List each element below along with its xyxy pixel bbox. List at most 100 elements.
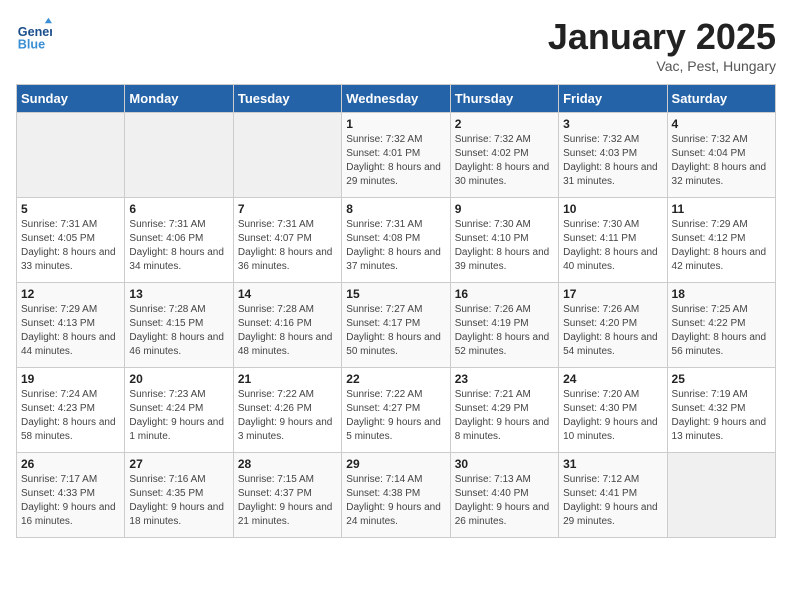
table-row: 29Sunrise: 7:14 AMSunset: 4:38 PMDayligh… — [342, 453, 450, 538]
table-row — [17, 113, 125, 198]
table-row: 14 Sunrise: 7:28 AMSunset: 4:16 PMDayligh… — [233, 283, 341, 368]
title-section: January 2025 Vac, Pest, Hungary — [548, 16, 776, 74]
table-row: 9 Sunrise: 7:30 AMSunset: 4:10 PMDaylight… — [450, 198, 558, 283]
table-row — [125, 113, 233, 198]
table-row: 13 Sunrise: 7:28 AMSunset: 4:15 PMDayligh… — [125, 283, 233, 368]
day-number: 16 — [455, 287, 554, 301]
day-info: Sunrise: 7:13 AMSunset: 4:40 PMDaylight:… — [455, 473, 554, 529]
table-row: 6 Sunrise: 7:31 AMSunset: 4:06 PMDaylight… — [125, 198, 233, 283]
day-info: Sunrise: 7:31 AMSunset: 4:05 PMDaylight:… — [21, 218, 120, 274]
day-info: Sunrise: 7:28 AMSunset: 4:16 PMDaylight:… — [238, 303, 337, 359]
table-row: 23Sunrise: 7:21 AMSunset: 4:29 PMDayligh… — [450, 368, 558, 453]
logo: General Blue — [16, 16, 56, 52]
day-number: 6 — [129, 202, 228, 216]
table-row: 17 Sunrise: 7:26 AMSunset: 4:20 PMDayligh… — [559, 283, 667, 368]
day-number: 30 — [455, 457, 554, 471]
day-info: Sunrise: 7:30 AMSunset: 4:11 PMDaylight:… — [563, 218, 662, 274]
day-info: Sunrise: 7:25 AMSunset: 4:22 PMDaylight:… — [672, 303, 771, 359]
day-number: 13 — [129, 287, 228, 301]
day-info: Sunrise: 7:17 AMSunset: 4:33 PMDaylight:… — [21, 473, 120, 529]
table-row: 10 Sunrise: 7:30 AMSunset: 4:11 PMDayligh… — [559, 198, 667, 283]
day-number: 1 — [346, 117, 445, 131]
table-row: 31Sunrise: 7:12 AMSunset: 4:41 PMDayligh… — [559, 453, 667, 538]
day-info: Sunrise: 7:29 AMSunset: 4:13 PMDaylight:… — [21, 303, 120, 359]
table-row: 21 Sunrise: 7:22 AMSunset: 4:26 PMDayligh… — [233, 368, 341, 453]
table-row: 22 Sunrise: 7:22 AMSunset: 4:27 PMDayligh… — [342, 368, 450, 453]
table-row: 19 Sunrise: 7:24 AMSunset: 4:23 PMDayligh… — [17, 368, 125, 453]
day-info: Sunrise: 7:32 AMSunset: 4:01 PMDaylight:… — [346, 133, 445, 189]
day-number: 21 — [238, 372, 337, 386]
header-monday: Monday — [125, 85, 233, 113]
table-row: 30 Sunrise: 7:13 AMSunset: 4:40 PMDayligh… — [450, 453, 558, 538]
calendar-table: Sunday Monday Tuesday Wednesday Thursday… — [16, 84, 776, 538]
day-info: Sunrise: 7:32 AMSunset: 4:04 PMDaylight:… — [672, 133, 771, 189]
header-saturday: Saturday — [667, 85, 775, 113]
table-row: 15Sunrise: 7:27 AMSunset: 4:17 PMDayligh… — [342, 283, 450, 368]
calendar-header-row: Sunday Monday Tuesday Wednesday Thursday… — [17, 85, 776, 113]
day-info: Sunrise: 7:22 AMSunset: 4:27 PMDaylight:… — [346, 388, 445, 444]
day-number: 12 — [21, 287, 120, 301]
day-number: 17 — [563, 287, 662, 301]
day-number: 28 — [238, 457, 337, 471]
table-row: 1 Sunrise: 7:32 AMSunset: 4:01 PMDaylight… — [342, 113, 450, 198]
header-thursday: Thursday — [450, 85, 558, 113]
day-info: Sunrise: 7:32 AMSunset: 4:03 PMDaylight:… — [563, 133, 662, 189]
header-friday: Friday — [559, 85, 667, 113]
day-info: Sunrise: 7:31 AMSunset: 4:08 PMDaylight:… — [346, 218, 445, 274]
day-number: 18 — [672, 287, 771, 301]
table-row: 7Sunrise: 7:31 AMSunset: 4:07 PMDaylight… — [233, 198, 341, 283]
day-number: 9 — [455, 202, 554, 216]
table-row: 16 Sunrise: 7:26 AMSunset: 4:19 PMDayligh… — [450, 283, 558, 368]
svg-text:Blue: Blue — [18, 37, 45, 51]
day-number: 11 — [672, 202, 771, 216]
table-row: 18 Sunrise: 7:25 AMSunset: 4:22 PMDayligh… — [667, 283, 775, 368]
day-info: Sunrise: 7:26 AMSunset: 4:19 PMDaylight:… — [455, 303, 554, 359]
day-info: Sunrise: 7:22 AMSunset: 4:26 PMDaylight:… — [238, 388, 337, 444]
table-row — [667, 453, 775, 538]
day-info: Sunrise: 7:24 AMSunset: 4:23 PMDaylight:… — [21, 388, 120, 444]
table-row: 2 Sunrise: 7:32 AMSunset: 4:02 PMDaylight… — [450, 113, 558, 198]
calendar-week-row: 26Sunrise: 7:17 AMSunset: 4:33 PMDayligh… — [17, 453, 776, 538]
day-info: Sunrise: 7:23 AMSunset: 4:24 PMDaylight:… — [129, 388, 228, 444]
day-number: 14 — [238, 287, 337, 301]
calendar-title: January 2025 — [548, 16, 776, 58]
day-number: 2 — [455, 117, 554, 131]
day-info: Sunrise: 7:14 AMSunset: 4:38 PMDaylight:… — [346, 473, 445, 529]
day-info: Sunrise: 7:30 AMSunset: 4:10 PMDaylight:… — [455, 218, 554, 274]
day-info: Sunrise: 7:26 AMSunset: 4:20 PMDaylight:… — [563, 303, 662, 359]
calendar-week-row: 12 Sunrise: 7:29 AMSunset: 4:13 PMDayligh… — [17, 283, 776, 368]
day-info: Sunrise: 7:31 AMSunset: 4:06 PMDaylight:… — [129, 218, 228, 274]
calendar-week-row: 5Sunrise: 7:31 AMSunset: 4:05 PMDaylight… — [17, 198, 776, 283]
table-row: 24Sunrise: 7:20 AMSunset: 4:30 PMDayligh… — [559, 368, 667, 453]
day-number: 31 — [563, 457, 662, 471]
header-sunday: Sunday — [17, 85, 125, 113]
table-row: 26Sunrise: 7:17 AMSunset: 4:33 PMDayligh… — [17, 453, 125, 538]
day-info: Sunrise: 7:16 AMSunset: 4:35 PMDaylight:… — [129, 473, 228, 529]
table-row: 5Sunrise: 7:31 AMSunset: 4:05 PMDaylight… — [17, 198, 125, 283]
calendar-week-row: 1 Sunrise: 7:32 AMSunset: 4:01 PMDaylight… — [17, 113, 776, 198]
day-info: Sunrise: 7:28 AMSunset: 4:15 PMDaylight:… — [129, 303, 228, 359]
table-row: 12 Sunrise: 7:29 AMSunset: 4:13 PMDayligh… — [17, 283, 125, 368]
day-number: 25 — [672, 372, 771, 386]
table-row — [233, 113, 341, 198]
day-info: Sunrise: 7:15 AMSunset: 4:37 PMDaylight:… — [238, 473, 337, 529]
table-row: 4 Sunrise: 7:32 AMSunset: 4:04 PMDaylight… — [667, 113, 775, 198]
table-row: 3Sunrise: 7:32 AMSunset: 4:03 PMDaylight… — [559, 113, 667, 198]
day-number: 8 — [346, 202, 445, 216]
day-number: 24 — [563, 372, 662, 386]
table-row: 11Sunrise: 7:29 AMSunset: 4:12 PMDayligh… — [667, 198, 775, 283]
day-number: 22 — [346, 372, 445, 386]
table-row: 27Sunrise: 7:16 AMSunset: 4:35 PMDayligh… — [125, 453, 233, 538]
day-info: Sunrise: 7:27 AMSunset: 4:17 PMDaylight:… — [346, 303, 445, 359]
day-info: Sunrise: 7:31 AMSunset: 4:07 PMDaylight:… — [238, 218, 337, 274]
table-row: 25 Sunrise: 7:19 AMSunset: 4:32 PMDayligh… — [667, 368, 775, 453]
day-number: 19 — [21, 372, 120, 386]
day-info: Sunrise: 7:19 AMSunset: 4:32 PMDaylight:… — [672, 388, 771, 444]
calendar-subtitle: Vac, Pest, Hungary — [548, 58, 776, 74]
day-info: Sunrise: 7:32 AMSunset: 4:02 PMDaylight:… — [455, 133, 554, 189]
day-number: 4 — [672, 117, 771, 131]
calendar-week-row: 19 Sunrise: 7:24 AMSunset: 4:23 PMDayligh… — [17, 368, 776, 453]
table-row: 28 Sunrise: 7:15 AMSunset: 4:37 PMDayligh… — [233, 453, 341, 538]
day-number: 10 — [563, 202, 662, 216]
day-number: 23 — [455, 372, 554, 386]
